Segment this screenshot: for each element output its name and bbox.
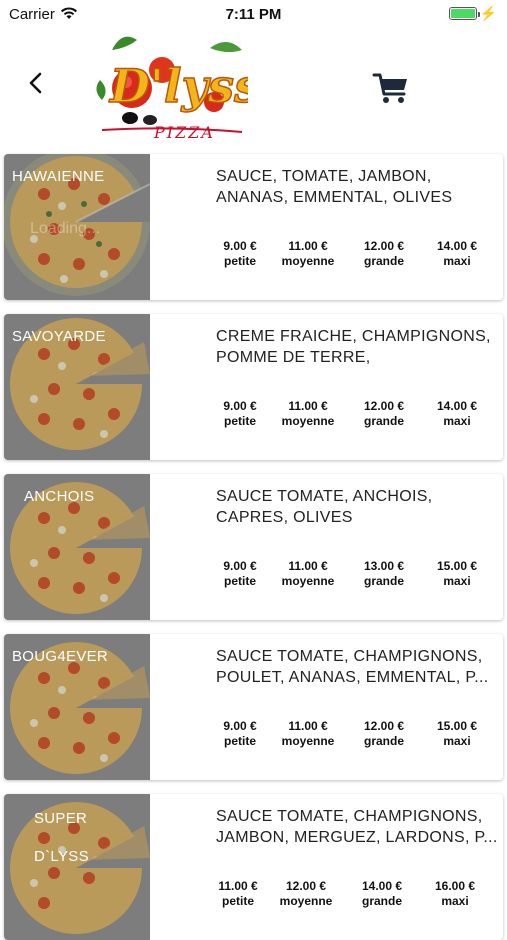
- pizza-ingredients: SAUCE TOMATE, ANCHOIS, CAPRES, OLIVES: [216, 488, 433, 526]
- size-label: maxi: [443, 414, 471, 428]
- pizza-card[interactable]: SAVOYARDE CREME FRAICHE, CHAMPIGNONS, PO…: [4, 314, 503, 460]
- size-label: grande: [363, 414, 404, 428]
- pizza-ingredients: SAUCE TOMATE, CHAMPIGNONS, POULET, ANANA…: [216, 648, 489, 686]
- price-moyenne[interactable]: 11.00 € moyenne: [270, 719, 346, 749]
- back-button[interactable]: [22, 68, 52, 98]
- price-value: 14.00 €: [436, 239, 478, 253]
- battery-icon: [449, 7, 480, 20]
- price-row: 9.00 € petite 11.00 € moyenne 13.00 € grand…: [210, 559, 500, 589]
- price-value: 11.00 €: [288, 399, 328, 413]
- price-value: 16.00 €: [434, 879, 476, 893]
- size-label: moyenne: [281, 574, 335, 588]
- price-value: 14.00 €: [436, 399, 478, 413]
- price-grande[interactable]: 12.00 € grande: [346, 399, 422, 429]
- price-maxi[interactable]: 16.00 € maxi: [420, 879, 490, 909]
- size-label: grande: [363, 254, 404, 268]
- size-label: petite: [223, 254, 256, 268]
- pizza-thumbnail: SUPER D`LYSS: [4, 794, 150, 940]
- battery-fill: [451, 9, 475, 18]
- shopping-cart-icon: [372, 73, 407, 103]
- price-petite[interactable]: 9.00 € petite: [210, 719, 270, 749]
- size-label: petite: [223, 414, 256, 428]
- size-label: moyenne: [281, 414, 335, 428]
- pizza-card[interactable]: ANCHOIS SAUCE TOMATE, ANCHOIS, CAPRES, O…: [4, 474, 503, 620]
- pizza-name: HAWAIENNE: [12, 168, 105, 185]
- size-label: moyenne: [281, 734, 335, 748]
- size-label: petite: [223, 574, 256, 588]
- size-label: maxi: [443, 254, 471, 268]
- size-label: moyenne: [279, 894, 333, 908]
- pizza-name: ANCHOIS: [24, 488, 95, 505]
- pizza-ingredients: SAUCE TOMATE, CHAMPIGNONS, JAMBON, MERGU…: [216, 808, 498, 846]
- size-label: petite: [221, 894, 254, 908]
- price-value: 13.00 €: [363, 559, 405, 573]
- price-moyenne[interactable]: 11.00 € moyenne: [270, 559, 346, 589]
- clock: 7:11 PM: [225, 6, 282, 23]
- price-grande[interactable]: 12.00 € grande: [346, 719, 422, 749]
- price-value: 9.00 €: [223, 719, 257, 733]
- price-value: 12.00 €: [363, 239, 405, 253]
- price-maxi[interactable]: 15.00 € maxi: [422, 559, 492, 589]
- price-moyenne[interactable]: 11.00 € moyenne: [270, 399, 346, 429]
- price-moyenne[interactable]: 12.00 € moyenne: [268, 879, 344, 909]
- pizza-ingredients: CREME FRAICHE, CHAMPIGNONS, POMME DE TER…: [216, 328, 491, 366]
- size-label: petite: [223, 734, 256, 748]
- size-label: grande: [363, 734, 404, 748]
- pizza-thumbnail: ANCHOIS: [4, 474, 150, 620]
- cart-button[interactable]: [372, 70, 410, 106]
- price-value: 9.00 €: [223, 399, 257, 413]
- pizza-card[interactable]: BOUG4EVER SAUCE TOMATE, CHAMPIGNONS, POU…: [4, 634, 503, 780]
- price-row: 9.00 € petite 11.00 € moyenne 12.00 € grand…: [210, 239, 500, 269]
- price-grande[interactable]: 14.00 € grande: [344, 879, 420, 909]
- size-label: grande: [363, 574, 404, 588]
- charging-bolt-icon: ⚡: [479, 5, 497, 21]
- price-row: 11.00 € petite 12.00 € moyenne 14.00 € gran…: [208, 879, 498, 909]
- price-value: 9.00 €: [223, 559, 257, 573]
- price-value: 14.00 €: [361, 879, 403, 893]
- pizza-ingredients: SAUCE, TOMATE, JAMBON, ANANAS, EMMENTAL,…: [216, 168, 453, 206]
- size-label: moyenne: [281, 254, 335, 268]
- pizza-thumbnail: SAVOYARDE: [4, 314, 150, 460]
- price-value: 12.00 €: [363, 399, 405, 413]
- price-maxi[interactable]: 14.00 € maxi: [422, 399, 492, 429]
- status-bar: Carrier 7:11 PM ⚡: [0, 0, 507, 28]
- price-value: 11.00 €: [288, 559, 328, 573]
- pizza-thumbnail: HAWAIENNE Loading...: [4, 154, 150, 300]
- price-grande[interactable]: 12.00 € grande: [346, 239, 422, 269]
- price-row: 9.00 € petite 11.00 € moyenne 12.00 € grand…: [210, 399, 500, 429]
- price-value: 12.00 €: [285, 879, 327, 893]
- pizza-thumbnail: BOUG4EVER: [4, 634, 150, 780]
- pizza-card[interactable]: SUPER D`LYSS SAUCE TOMATE, CHAMPIGNONS, …: [4, 794, 503, 940]
- price-value: 11.00 €: [218, 879, 258, 893]
- price-value: 11.00 €: [288, 239, 328, 253]
- price-value: 12.00 €: [363, 719, 405, 733]
- logo-subtext: PIZZA: [153, 123, 215, 142]
- price-maxi[interactable]: 15.00 € maxi: [422, 719, 492, 749]
- price-value: 15.00 €: [436, 559, 478, 573]
- price-value: 11.00 €: [288, 719, 328, 733]
- price-petite[interactable]: 9.00 € petite: [210, 559, 270, 589]
- price-petite[interactable]: 11.00 € petite: [208, 879, 268, 909]
- dlyss-pizza-logo: D'lyss PIZZA: [92, 30, 261, 142]
- pizza-name: SAVOYARDE: [12, 328, 106, 345]
- pizza-name: SUPER D`LYSS: [34, 810, 89, 865]
- size-label: maxi: [443, 574, 471, 588]
- price-row: 9.00 € petite 11.00 € moyenne 12.00 € grand…: [210, 719, 500, 749]
- size-label: grande: [361, 894, 402, 908]
- price-petite[interactable]: 9.00 € petite: [210, 239, 270, 269]
- price-maxi[interactable]: 14.00 € maxi: [422, 239, 492, 269]
- chevron-left-icon: [29, 72, 42, 94]
- size-label: maxi: [443, 734, 471, 748]
- pizza-card[interactable]: HAWAIENNE Loading... SAUCE, TOMATE, JAMB…: [4, 154, 503, 300]
- price-petite[interactable]: 9.00 € petite: [210, 399, 270, 429]
- pizza-name: BOUG4EVER: [12, 648, 109, 665]
- price-value: 9.00 €: [223, 239, 257, 253]
- logo-text: D'lyss: [108, 59, 248, 113]
- price-moyenne[interactable]: 11.00 € moyenne: [270, 239, 346, 269]
- size-label: maxi: [441, 894, 469, 908]
- price-value: 15.00 €: [436, 719, 478, 733]
- loading-text: Loading...: [30, 220, 101, 237]
- price-grande[interactable]: 13.00 € grande: [346, 559, 422, 589]
- header: D'lyss PIZZA: [0, 28, 507, 148]
